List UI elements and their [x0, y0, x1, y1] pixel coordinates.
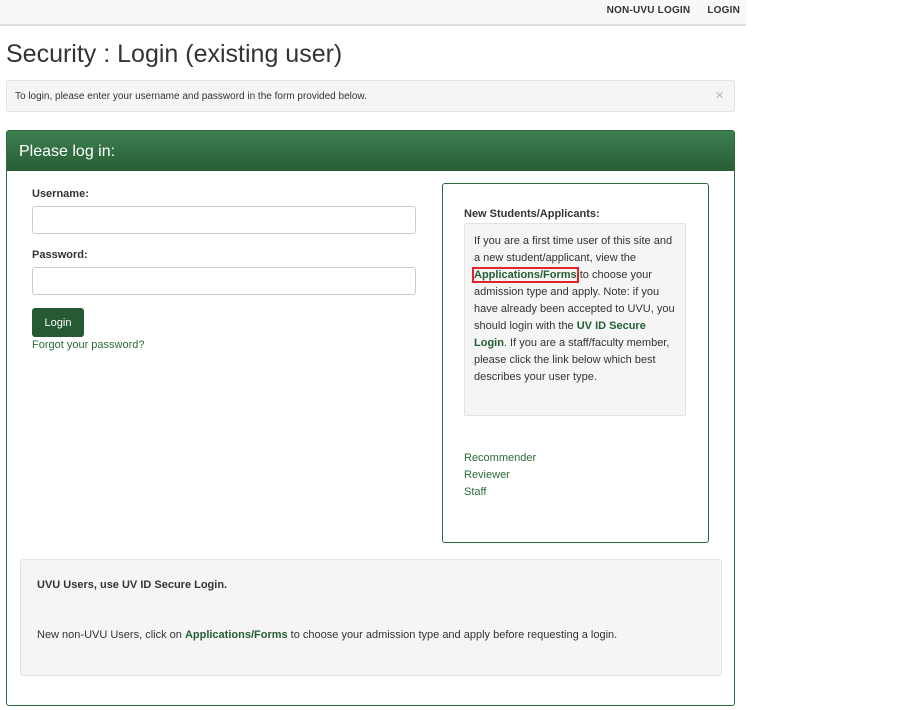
bottom-text-after: to choose your admission type and apply …: [287, 629, 618, 641]
close-icon[interactable]: ×: [715, 88, 724, 103]
new-students-info: If you are a first time user of this sit…: [464, 223, 686, 416]
reviewer-link[interactable]: Reviewer: [464, 467, 536, 484]
password-label: Password:: [32, 249, 88, 261]
uvu-users-note: UVU Users, use UV ID Secure Login. New n…: [20, 559, 722, 676]
login-panel: Please log in: Username: Password: Login…: [6, 130, 735, 706]
alert-text: To login, please enter your username and…: [15, 91, 367, 102]
username-label: Username:: [32, 188, 89, 200]
applications-forms-link[interactable]: Applications/Forms: [472, 267, 579, 283]
info-alert: To login, please enter your username and…: [6, 80, 735, 112]
info-text-3: . If you are a staff/faculty member, ple…: [474, 337, 670, 383]
top-nav-links: NON-UVU LOGIN LOGIN: [593, 5, 740, 16]
panel-heading: Please log in:: [7, 131, 734, 171]
staff-link[interactable]: Staff: [464, 484, 536, 501]
uvu-users-title: UVU Users, use UV ID Secure Login.: [37, 579, 228, 591]
page-title: Security : Login (existing user): [6, 40, 343, 68]
login-link[interactable]: LOGIN: [707, 5, 740, 16]
bottom-applications-forms-label: Applications/Forms: [184, 629, 288, 641]
new-students-title: New Students/Applicants:: [464, 208, 600, 220]
non-uvu-users-text: New non-UVU Users, click on Applications…: [37, 629, 617, 641]
top-navbar: NON-UVU LOGIN LOGIN: [0, 0, 746, 26]
role-links: Recommender Reviewer Staff: [464, 450, 536, 501]
login-button[interactable]: Login: [32, 308, 84, 337]
bottom-text-before: New non-UVU Users, click on: [37, 629, 185, 641]
bottom-applications-forms-link[interactable]: Applications/Forms: [185, 629, 288, 641]
new-students-box: New Students/Applicants: If you are a fi…: [442, 183, 709, 543]
username-input[interactable]: [32, 206, 416, 234]
info-text-1: If you are a first time user of this sit…: [474, 235, 673, 264]
recommender-link[interactable]: Recommender: [464, 450, 536, 467]
password-input[interactable]: [32, 267, 416, 295]
applications-forms-link-label: Applications/Forms: [474, 269, 577, 281]
forgot-password-link[interactable]: Forgot your password?: [32, 339, 145, 351]
non-uvu-login-link[interactable]: NON-UVU LOGIN: [607, 5, 691, 16]
